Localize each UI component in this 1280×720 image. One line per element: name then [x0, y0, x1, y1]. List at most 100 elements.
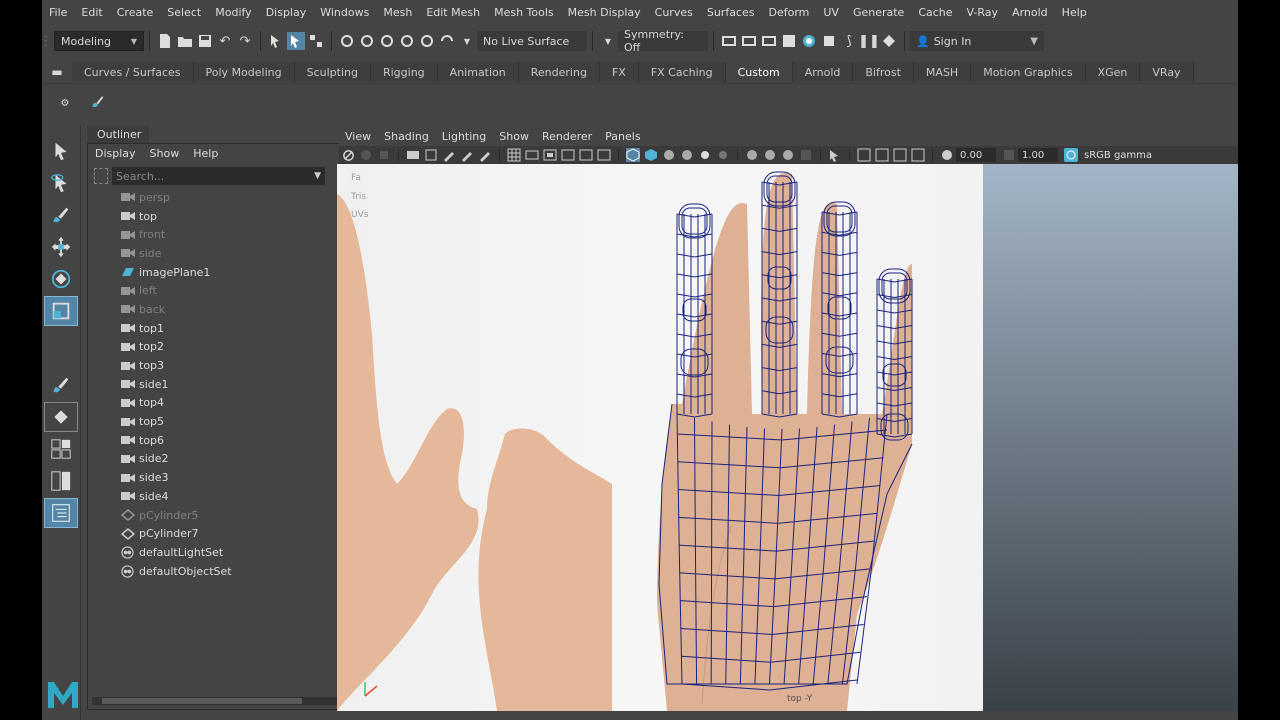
menu-windows[interactable]: Windows	[313, 6, 376, 19]
2d-pan-zoom-icon[interactable]	[424, 148, 438, 162]
panel-menu-view[interactable]: View	[339, 130, 378, 143]
vray-frame-icon[interactable]	[880, 32, 898, 50]
wireframe-icon[interactable]	[626, 148, 640, 162]
camera-attr-icon[interactable]	[359, 148, 373, 162]
snap-pivot-icon[interactable]	[438, 32, 456, 50]
pause-icon[interactable]: ❚❚	[858, 32, 880, 50]
outliner-item-top2[interactable]: top2	[88, 338, 360, 357]
grid-icon[interactable]	[507, 148, 521, 162]
select-tool[interactable]	[44, 136, 78, 166]
snap-surface-icon[interactable]	[418, 32, 436, 50]
scrollbar-thumb[interactable]	[102, 698, 302, 704]
shelf-tab-fx-caching[interactable]: FX Caching	[638, 62, 726, 82]
shelf-settings-icon[interactable]: ⚙	[56, 94, 74, 112]
symmetry-dropdown[interactable]: Symmetry: Off	[618, 28, 708, 54]
resolution-gate-icon[interactable]	[543, 148, 557, 162]
menu-curves[interactable]: Curves	[648, 6, 700, 19]
brush-tool-icon[interactable]	[83, 88, 111, 116]
image-plane-toggle-icon[interactable]	[406, 148, 420, 162]
shelf-tab-rigging[interactable]: Rigging	[370, 62, 438, 82]
wireframe-on-shaded-icon[interactable]	[662, 148, 676, 162]
live-surface-field[interactable]: No Live Surface	[477, 31, 587, 51]
brush-icon[interactable]	[478, 148, 492, 162]
outliner-item-back[interactable]: back	[88, 300, 360, 319]
grease-pencil-icon[interactable]	[442, 148, 456, 162]
anti-aliasing-icon[interactable]	[781, 148, 795, 162]
viewport-top[interactable]: Fa Tris UVs top -Y	[337, 164, 983, 711]
textured-icon[interactable]	[680, 148, 694, 162]
pencil-icon[interactable]	[460, 148, 474, 162]
lasso-tool[interactable]	[44, 168, 78, 198]
move-tool[interactable]	[44, 232, 78, 262]
snap-curve-icon[interactable]	[358, 32, 376, 50]
field-chart-icon[interactable]	[579, 148, 593, 162]
shelf-tab-xgen[interactable]: XGen	[1085, 62, 1141, 82]
menu-deform[interactable]: Deform	[761, 6, 816, 19]
camera-select-icon[interactable]	[341, 148, 355, 162]
gamma-field[interactable]: 1.00	[1018, 148, 1058, 162]
scale-tool[interactable]	[44, 296, 78, 326]
outliner-item-defaultlightset[interactable]: defaultLightSet	[88, 543, 360, 562]
backface-culling-icon[interactable]	[911, 148, 925, 162]
snap-view-icon[interactable]	[398, 32, 416, 50]
ipr-render-icon[interactable]	[760, 32, 778, 50]
shelf-tab-curves-surfaces[interactable]: Curves / Surfaces	[72, 62, 194, 82]
outliner-item-side1[interactable]: side1	[88, 375, 360, 394]
xray-icon[interactable]	[857, 148, 871, 162]
shelf-tab-mash[interactable]: MASH	[913, 62, 972, 82]
outliner-item-front[interactable]: front	[88, 225, 360, 244]
outliner-menu-help[interactable]: Help	[186, 147, 225, 160]
menu-cache[interactable]: Cache	[911, 6, 959, 19]
gamma-icon[interactable]	[1002, 148, 1016, 162]
render-settings-icon[interactable]	[780, 32, 798, 50]
menu-modify[interactable]: Modify	[208, 6, 258, 19]
panel-menu-renderer[interactable]: Renderer	[536, 130, 599, 143]
outliner-search-input[interactable]: Search... ▼	[112, 167, 325, 185]
menu-mesh[interactable]: Mesh	[376, 6, 419, 19]
open-scene-icon[interactable]	[176, 32, 194, 50]
select-component-icon[interactable]	[307, 32, 325, 50]
outliner-item-side4[interactable]: side4	[88, 487, 360, 506]
shadows-icon[interactable]	[716, 148, 730, 162]
outliner-menu-show[interactable]: Show	[143, 147, 187, 160]
outliner-item-side[interactable]: side	[88, 244, 360, 263]
shelf-tab-arnold[interactable]: Arnold	[792, 62, 854, 82]
menu-display[interactable]: Display	[259, 6, 314, 19]
paint-select-tool[interactable]	[44, 200, 78, 230]
outliner-item-top6[interactable]: top6	[88, 431, 360, 450]
shelf-tab-bifrost[interactable]: Bifrost	[853, 62, 914, 82]
view-transform-field[interactable]: sRGB gamma	[1080, 148, 1198, 162]
menu-help[interactable]: Help	[1055, 6, 1094, 19]
snap-grid-icon[interactable]	[338, 32, 356, 50]
outliner-item-top4[interactable]: top4	[88, 394, 360, 413]
menu-edit-mesh[interactable]: Edit Mesh	[419, 6, 487, 19]
rotate-tool[interactable]	[44, 264, 78, 294]
safe-action-icon[interactable]	[597, 148, 611, 162]
shelf-tab-sculpting[interactable]: Sculpting	[294, 62, 371, 82]
depth-of-field-icon[interactable]	[799, 148, 813, 162]
outliner-menu-display[interactable]: Display	[88, 147, 143, 160]
shelf-tab-motion-graphics[interactable]: Motion Graphics	[971, 62, 1086, 82]
shelf-tab-custom[interactable]: Custom	[725, 62, 793, 82]
menu-surfaces[interactable]: Surfaces	[700, 6, 762, 19]
exposure-field[interactable]: 0.00	[956, 148, 996, 162]
outliner-item-side3[interactable]: side3	[88, 468, 360, 487]
xray-components-icon[interactable]	[893, 148, 907, 162]
menu-uv[interactable]: UV	[816, 6, 846, 19]
outliner-item-persp[interactable]: persp	[88, 188, 360, 207]
outliner-item-top3[interactable]: top3	[88, 356, 360, 375]
menu-arnold[interactable]: Arnold	[1005, 6, 1055, 19]
render-setup-icon[interactable]	[820, 32, 838, 50]
panel-menu-panels[interactable]: Panels	[599, 130, 647, 143]
isolate-select-icon[interactable]	[828, 148, 842, 162]
menu-edit[interactable]: Edit	[74, 6, 109, 19]
outliner-item-left[interactable]: left	[88, 281, 360, 300]
vray-icon[interactable]: ⟆	[840, 32, 858, 50]
shelf-tab-vray[interactable]: VRay	[1140, 62, 1194, 82]
layout-outliner-button[interactable]	[44, 498, 78, 528]
render-view-icon[interactable]	[720, 32, 738, 50]
filter-icon[interactable]	[94, 168, 108, 184]
redo-icon[interactable]: ↷	[236, 32, 254, 50]
shelf-menu-icon[interactable]: ▬	[43, 63, 71, 81]
outliner-item-side2[interactable]: side2	[88, 450, 360, 469]
